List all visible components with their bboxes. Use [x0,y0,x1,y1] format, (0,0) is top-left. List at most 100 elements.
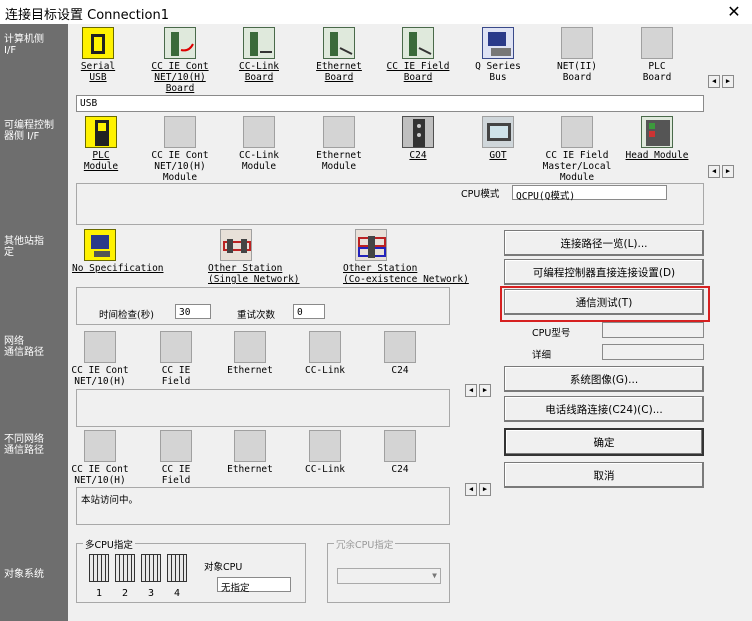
retry-input[interactable]: 0 [293,304,325,319]
plc-if-label: Head Module [625,150,689,161]
pc-if-scroll-left[interactable]: ◀ [708,75,720,88]
redundant-cpu-select[interactable]: ▼ [337,568,441,584]
cpu-model-label: CPU型号 [532,328,571,339]
plc-if-plc-module[interactable]: PLC Module [65,116,137,172]
cpu-number: 3 [148,588,155,599]
comm-test-button[interactable]: 通信测试(T) [504,289,704,315]
pc-if-cc-ie-cont[interactable]: CC IE Cont NET/10(H) Board [144,27,216,94]
plc-if-ethernet[interactable]: Ethernet Module [303,116,375,172]
plc-if-label: Ethernet Module [316,150,362,172]
diff-route-scroll-left[interactable]: ◀ [465,483,477,496]
diff-route-item-label: C24 [391,464,409,475]
other-station-no-spec[interactable]: No Specification [72,229,172,274]
pc-if-selected-field: USB [76,95,704,112]
pc-if-q-series-bus[interactable]: Q Series Bus [462,27,534,83]
diff-route-status-text: 本站访问中。 [81,495,139,506]
plc-if-cc-ie-field[interactable]: CC IE Field Master/Local Module [541,116,613,183]
diff-route-cc-link[interactable]: CC-Link [289,430,361,475]
pc-if-label: CC-Link Board [238,61,280,83]
module-icon [84,331,116,363]
pc-icon [482,27,514,59]
diff-route-ethernet[interactable]: Ethernet [214,430,286,475]
pc-if-plc-board[interactable]: PLC Board [621,27,693,83]
pc-if-net-ii[interactable]: NET(II) Board [541,27,613,83]
pc-if-label: PLC Board [642,61,672,83]
plc-if-c24[interactable]: C24 [382,116,454,161]
got-icon [482,116,514,148]
network-route-ethernet[interactable]: Ethernet [214,331,286,376]
cpu-mode-label: CPU模式 [461,189,500,200]
plc-if-got[interactable]: GOT [462,116,534,161]
cpu-3-icon[interactable] [141,554,161,582]
route-list-button[interactable]: 连接路径一览(L)... [504,230,704,256]
c24-icon [402,116,434,148]
module-icon [309,331,341,363]
pc-if-cc-ie-field[interactable]: CC IE Field Board [382,27,454,83]
plc-if-scroll-left[interactable]: ◀ [708,165,720,178]
cancel-button[interactable]: 取消 [504,462,704,488]
diff-route-scroll-right[interactable]: ▶ [479,483,491,496]
usb-cable-icon [82,27,114,59]
cpu-number: 2 [122,588,129,599]
diff-route-item-label: Ethernet [227,464,273,475]
other-station-single-network[interactable]: Other Station (Single Network) [208,229,318,285]
diff-route-cc-ie-cont[interactable]: CC IE Cont NET/10(H) [64,430,136,486]
board-icon [164,27,196,59]
other-station-coexist-network[interactable]: Other Station (Co-existence Network) [343,229,493,285]
plc-if-cc-ie-cont[interactable]: CC IE Cont NET/10(H) Module [144,116,216,183]
time-retry-box: 时间检查(秒) 30 重试次数 0 [76,287,450,325]
pc-if-label: Ethernet Board [316,61,362,83]
network-route-cc-ie-field[interactable]: CC IE Field [140,331,212,387]
other-station-label: 其他站指 定 [4,236,44,258]
plc-if-label: GOT [489,150,507,161]
cpu-4-icon[interactable] [167,554,187,582]
multi-cpu-label: 多CPU指定 [83,537,135,551]
pc-if-cc-link[interactable]: CC-Link Board [223,27,295,83]
time-check-label: 时间检查(秒) [99,310,154,321]
diff-route-cc-ie-field[interactable]: CC IE Field [140,430,212,486]
target-cpu-field[interactable]: 无指定 [217,577,291,594]
diff-route-c24[interactable]: C24 [364,430,436,475]
direct-connect-button[interactable]: 可编程控制器直接连接设置(D) [504,259,704,285]
cpu-2-icon[interactable] [115,554,135,582]
time-check-input[interactable]: 30 [175,304,211,319]
system-image-button[interactable]: 系统图像(G)... [504,366,704,392]
redundant-cpu-label: 冗余CPU指定 [334,537,396,551]
pc-if-ethernet[interactable]: Ethernet Board [303,27,375,83]
network-route-scroll-right[interactable]: ▶ [479,384,491,397]
network-route-item-label: CC IE Field [161,365,191,387]
module-icon [384,430,416,462]
close-button[interactable]: ✕ [716,0,752,24]
network-route-item-label: CC IE Cont NET/10(H) [71,365,129,387]
phone-line-button[interactable]: 电话线路连接(C24)(C)... [504,396,704,422]
plc-if-scroll-right[interactable]: ▶ [722,165,734,178]
network-route-cc-link[interactable]: CC-Link [289,331,361,376]
cpu-1-icon[interactable] [89,554,109,582]
diff-route-detail-box: 本站访问中。 [76,487,450,525]
module-icon [309,430,341,462]
pc-if-serial-usb[interactable]: Serial USB [62,27,134,83]
module-icon [561,116,593,148]
pc-if-label: NET(II) Board [556,61,598,83]
plc-if-cc-link[interactable]: CC-Link Module [223,116,295,172]
coexist-network-icon [355,229,387,261]
plc-module-icon [85,116,117,148]
network-route-cc-ie-cont[interactable]: CC IE Cont NET/10(H) [64,331,136,387]
board-icon [641,27,673,59]
board-icon [323,27,355,59]
pc-if-label: CC IE Field Board [386,61,450,83]
network-route-c24[interactable]: C24 [364,331,436,376]
module-icon [323,116,355,148]
ok-button[interactable]: 确定 [504,428,704,456]
target-system-label: 对象系统 [4,569,44,580]
chevron-down-icon: ▼ [432,571,437,580]
other-station-label-text: No Specification [72,263,164,274]
diff-route-item-label: CC IE Field [161,464,191,486]
network-route-scroll-left[interactable]: ◀ [465,384,477,397]
network-route-label: 网络 通信路径 [4,336,44,358]
cpu-mode-field[interactable]: QCPU(Q模式) [512,185,667,202]
pc-if-scroll-right[interactable]: ▶ [722,75,734,88]
plc-if-head-module[interactable]: Head Module [621,116,693,161]
pc-if-label: Serial USB [80,61,116,83]
diff-network-route-label: 不同网络 通信路径 [4,434,44,456]
